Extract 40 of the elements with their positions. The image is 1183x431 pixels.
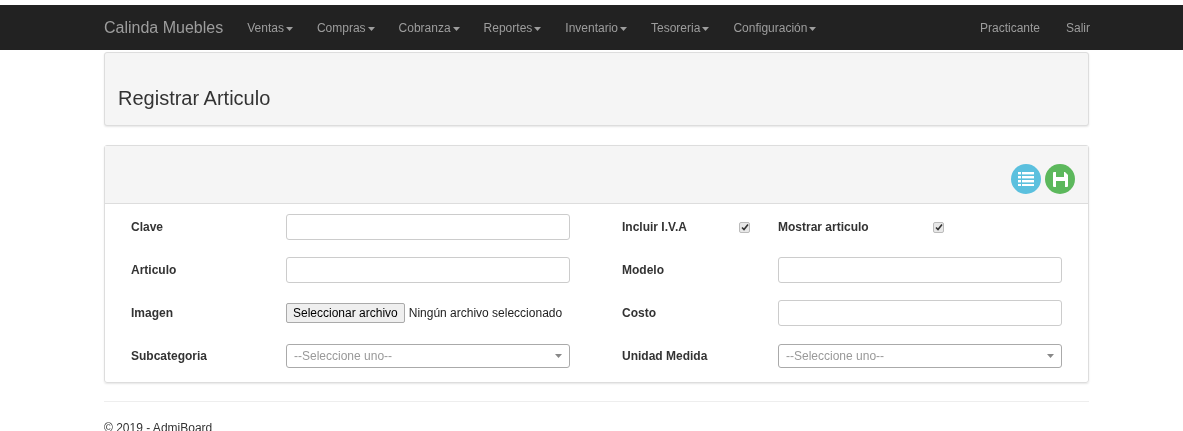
field-label: Modelo	[622, 262, 665, 279]
menu-dropdown[interactable]: Ventas	[235, 18, 305, 37]
nav-link[interactable]: Practicante	[966, 18, 1053, 37]
list-button[interactable]	[1011, 164, 1041, 194]
text-input[interactable]	[286, 257, 570, 283]
brand-link[interactable]: Calinda Muebles	[104, 15, 224, 40]
caret-icon	[452, 26, 460, 31]
field-label: Mostrar articulo	[778, 219, 870, 236]
caret-icon	[555, 354, 562, 358]
field-label: Subcategoria	[131, 348, 209, 365]
text-input[interactable]	[778, 300, 1062, 326]
field-label: Incluir I.V.A	[622, 219, 688, 236]
menu-dropdown[interactable]: Inventario	[553, 18, 639, 37]
caret-icon	[534, 26, 542, 31]
caret-icon	[285, 26, 293, 31]
caret-icon	[1047, 354, 1054, 358]
menu-dropdown[interactable]: Configuración	[721, 18, 829, 37]
page-title: Registrar Articulo	[118, 85, 271, 111]
menu-dropdown[interactable]: Reportes	[471, 18, 554, 37]
nav-link[interactable]: Salir	[1053, 18, 1103, 37]
text-input[interactable]	[778, 257, 1062, 283]
caret-icon	[702, 26, 710, 31]
caret-icon	[367, 26, 375, 31]
field-label: Unidad Medida	[622, 348, 709, 365]
menu-dropdown[interactable]: Cobranza	[386, 18, 472, 37]
file-status: Ningún archivo seleccionado	[408, 305, 563, 322]
text-input[interactable]	[286, 214, 570, 240]
menu-dropdown[interactable]: Tesoreria	[639, 18, 722, 37]
field-label: Clave	[131, 219, 165, 236]
field-label: Articulo	[131, 262, 178, 279]
caret-icon	[809, 26, 817, 31]
choose-file-button[interactable]: Seleccionar archivo	[286, 303, 405, 323]
menu-dropdown[interactable]: Compras	[304, 18, 387, 37]
field-label: Costo	[622, 305, 657, 322]
save-button[interactable]	[1045, 164, 1075, 194]
checkbox[interactable]	[933, 221, 944, 233]
list-icon	[1018, 172, 1034, 186]
caret-icon	[620, 26, 627, 31]
checkbox[interactable]	[739, 221, 750, 233]
field-label: Imagen	[131, 305, 174, 322]
